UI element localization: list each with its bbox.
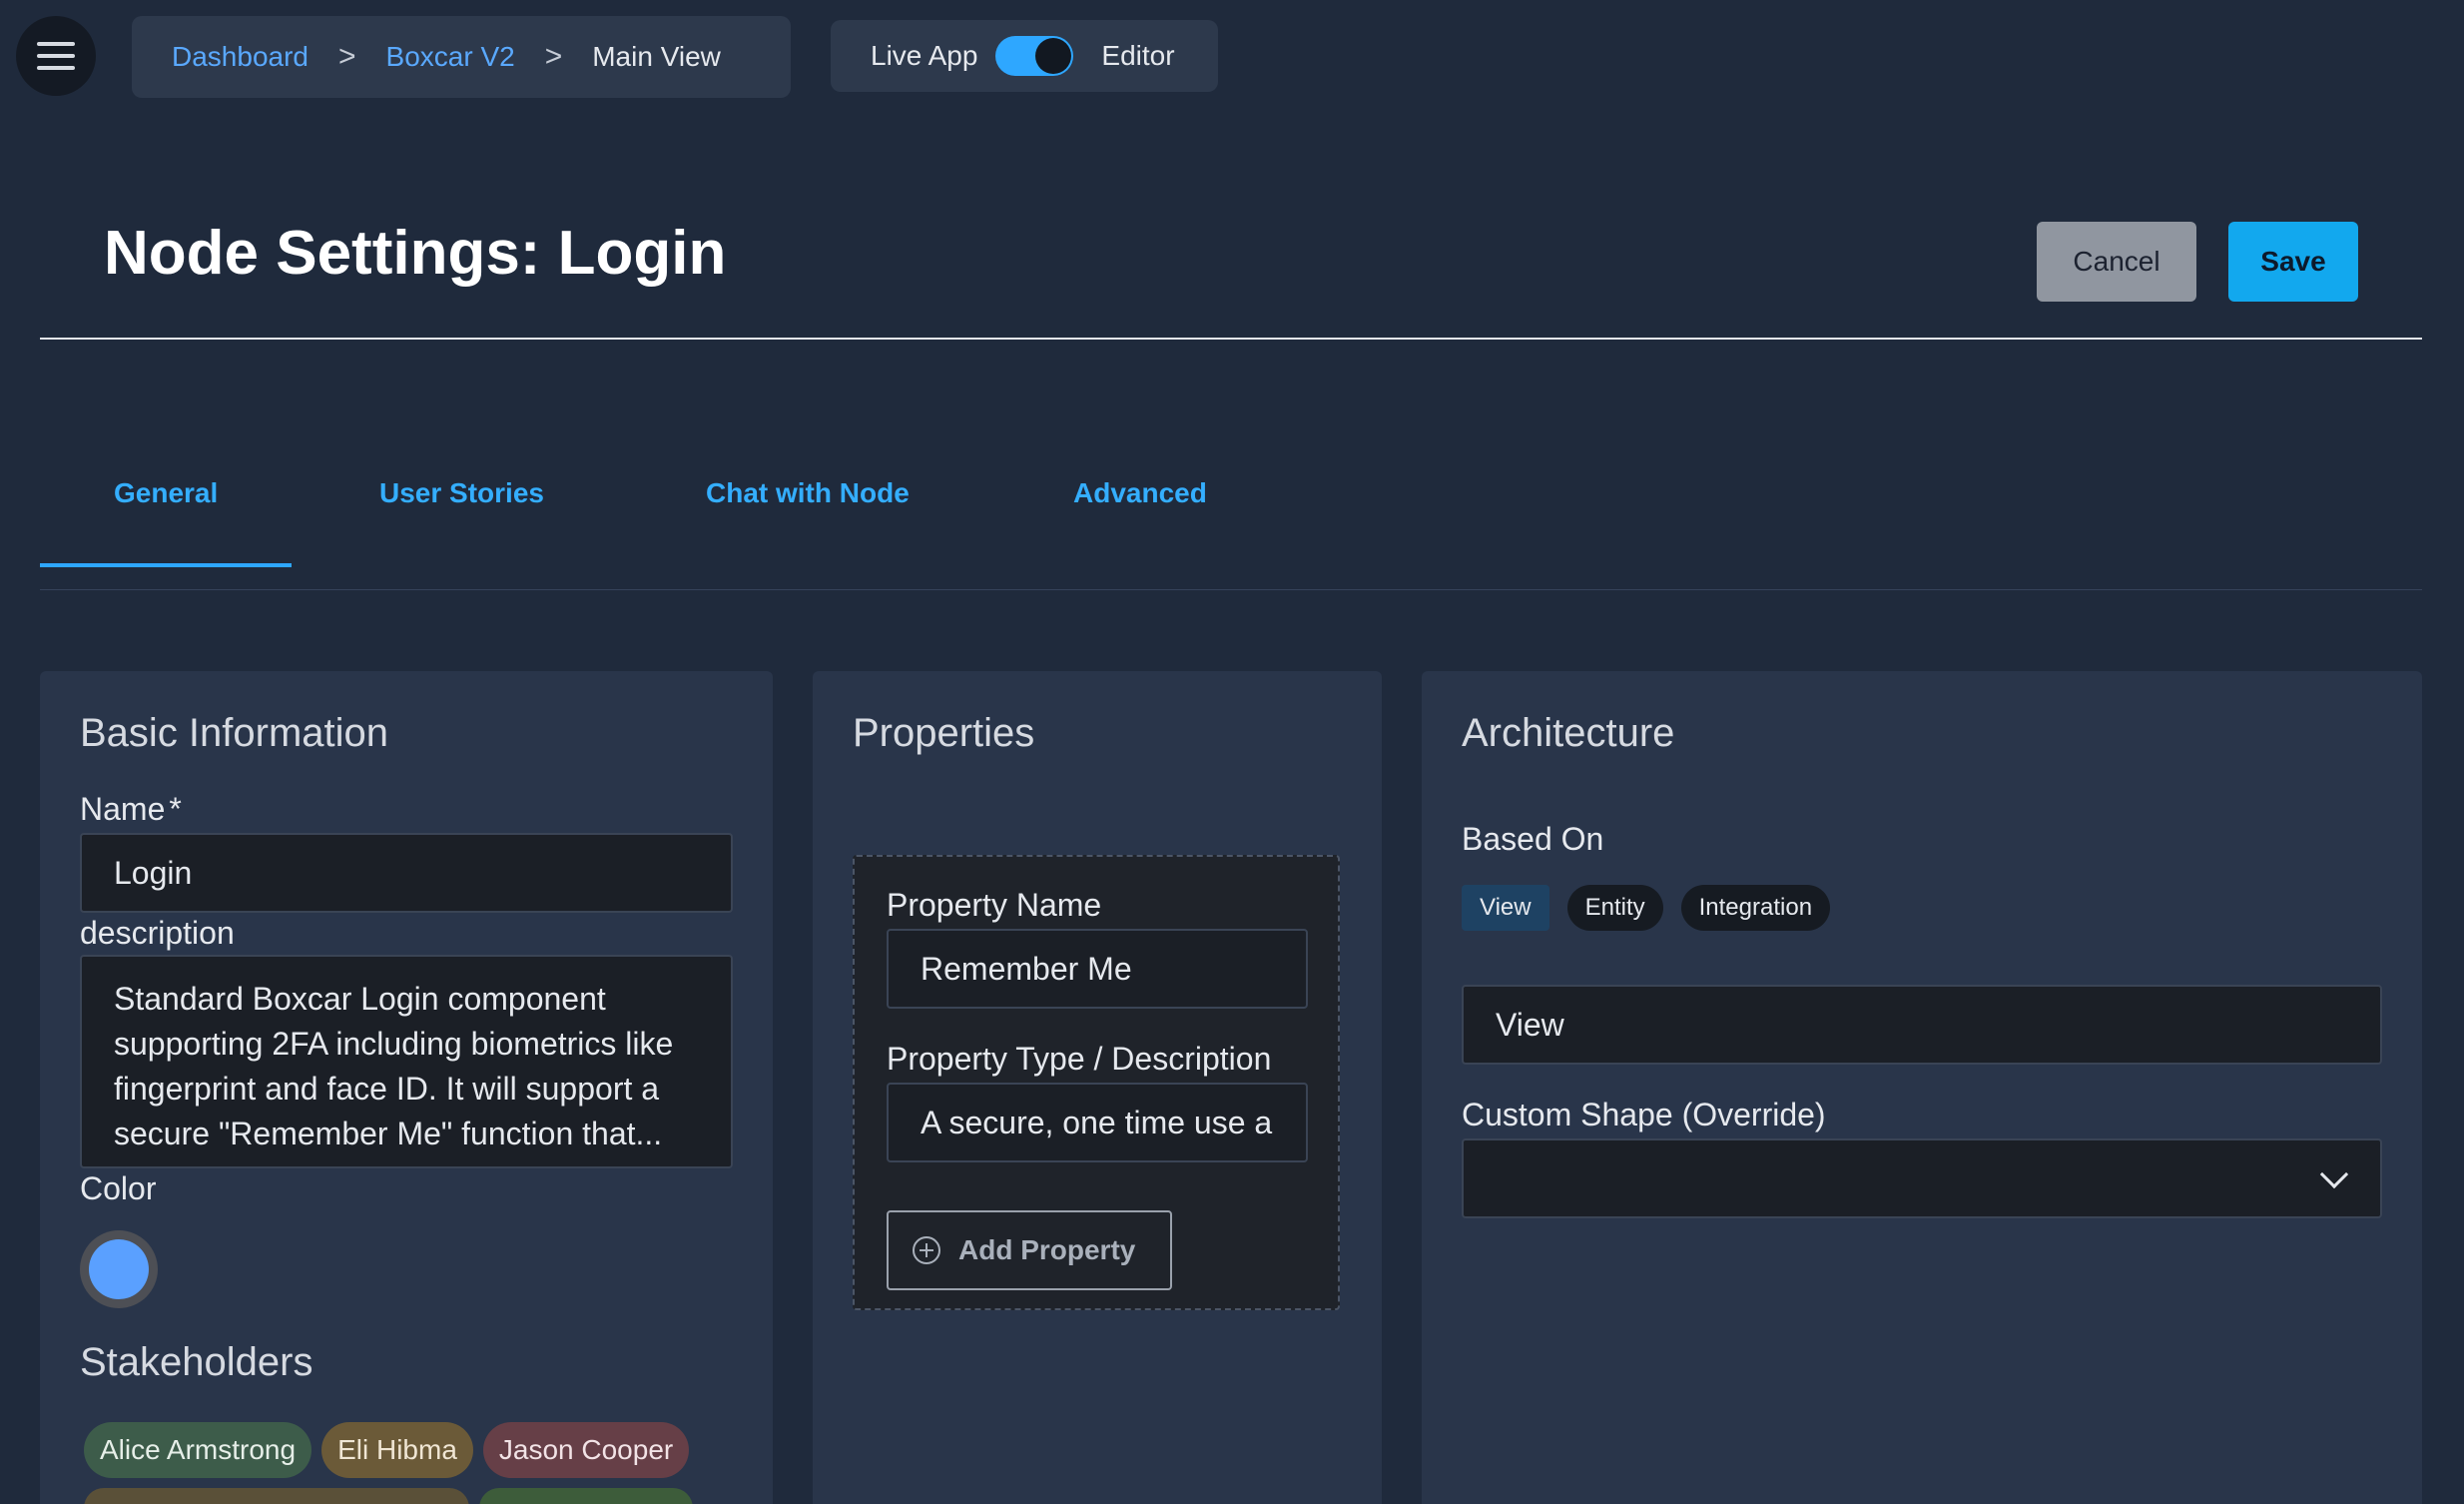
chevron-right-icon: > bbox=[337, 40, 356, 73]
breadcrumb: Dashboard > Boxcar V2 > Main View bbox=[132, 16, 791, 98]
live-editor-switch[interactable] bbox=[995, 36, 1074, 76]
add-property-label: Add Property bbox=[958, 1234, 1136, 1265]
basic-information-heading: Basic Information bbox=[80, 711, 389, 755]
stakeholders-heading: Stakeholders bbox=[80, 1340, 313, 1384]
stakeholder-chip[interactable]: Eli Hibma bbox=[321, 1422, 473, 1478]
breadcrumb-current: Main View bbox=[592, 41, 721, 72]
stakeholder-chip[interactable]: Alice Armstrong bbox=[84, 1422, 312, 1478]
property-type-input[interactable]: A secure, one time use a bbox=[887, 1083, 1308, 1162]
header-divider bbox=[40, 338, 2422, 340]
live-app-label: Live App bbox=[871, 40, 978, 71]
option-view[interactable]: View bbox=[1462, 885, 1549, 931]
mode-toggle: Live App Editor bbox=[831, 20, 1218, 92]
color-label: Color bbox=[80, 1170, 157, 1206]
required-marker: * bbox=[169, 791, 182, 827]
based-on-input[interactable]: View bbox=[1462, 985, 2382, 1065]
tab-advanced[interactable]: Advanced bbox=[1073, 477, 1207, 509]
chevron-right-icon: > bbox=[544, 40, 563, 73]
property-type-label: Property Type / Description bbox=[887, 1041, 1272, 1077]
stakeholder-chip-partial bbox=[479, 1488, 693, 1504]
chevron-down-icon bbox=[2319, 1159, 2349, 1189]
breadcrumb-boxcar-v2[interactable]: Boxcar V2 bbox=[386, 41, 515, 73]
editor-label: Editor bbox=[1101, 40, 1175, 71]
save-button[interactable]: Save bbox=[2228, 222, 2358, 302]
switch-knob bbox=[1035, 38, 1072, 74]
color-swatch-dot bbox=[89, 1239, 149, 1299]
option-integration[interactable]: Integration bbox=[1680, 885, 1831, 931]
active-tab-indicator bbox=[40, 563, 292, 567]
plus-circle-icon bbox=[913, 1236, 940, 1264]
node-settings-page: Dashboard > Boxcar V2 > Main View Live A… bbox=[0, 0, 2464, 1504]
basic-information-card: Basic Information Name * Login descriptio… bbox=[40, 671, 773, 1504]
breadcrumb-dashboard[interactable]: Dashboard bbox=[172, 41, 308, 73]
property-editor-panel: Property Name Remember Me Property Type … bbox=[853, 855, 1340, 1310]
tab-bar: General User Stories Chat with Node Adva… bbox=[40, 439, 2422, 589]
tab-user-stories[interactable]: User Stories bbox=[379, 477, 544, 509]
property-name-input[interactable]: Remember Me bbox=[887, 929, 1308, 1009]
name-label: Name * bbox=[80, 791, 182, 828]
page-title: Node Settings: Login bbox=[104, 219, 727, 288]
cancel-button[interactable]: Cancel bbox=[2037, 222, 2196, 302]
custom-shape-select[interactable] bbox=[1462, 1138, 2382, 1218]
based-on-label: Based On bbox=[1462, 821, 1604, 857]
option-entity[interactable]: Entity bbox=[1566, 885, 1663, 931]
properties-card: Properties Property Name Remember Me Pro… bbox=[813, 671, 1382, 1504]
name-label-text: Name bbox=[80, 791, 166, 827]
stakeholder-chip[interactable]: Jason Cooper bbox=[482, 1422, 690, 1478]
name-input[interactable]: Login bbox=[80, 833, 733, 913]
based-on-options: View Entity Integration bbox=[1462, 885, 1831, 931]
add-property-button[interactable]: Add Property bbox=[887, 1210, 1172, 1290]
color-picker[interactable] bbox=[80, 1230, 158, 1308]
description-textarea[interactable]: Standard Boxcar Login component supporti… bbox=[80, 955, 733, 1168]
custom-shape-label: Custom Shape (Override) bbox=[1462, 1097, 1826, 1132]
description-label: description bbox=[80, 915, 235, 951]
menu-button[interactable] bbox=[16, 16, 96, 96]
properties-heading: Properties bbox=[853, 711, 1035, 755]
property-name-label: Property Name bbox=[887, 887, 1102, 923]
architecture-heading: Architecture bbox=[1462, 711, 1675, 755]
hamburger-menu-icon bbox=[37, 42, 75, 70]
stakeholder-chip-partial bbox=[84, 1488, 469, 1504]
tabs-divider bbox=[40, 589, 2422, 590]
tab-general[interactable]: General bbox=[114, 477, 218, 509]
tab-chat-with-node[interactable]: Chat with Node bbox=[706, 477, 910, 509]
architecture-card: Architecture Based On View Entity Integr… bbox=[1422, 671, 2422, 1504]
stakeholder-chips: Alice Armstrong Eli Hibma Jason Cooper bbox=[84, 1422, 690, 1478]
